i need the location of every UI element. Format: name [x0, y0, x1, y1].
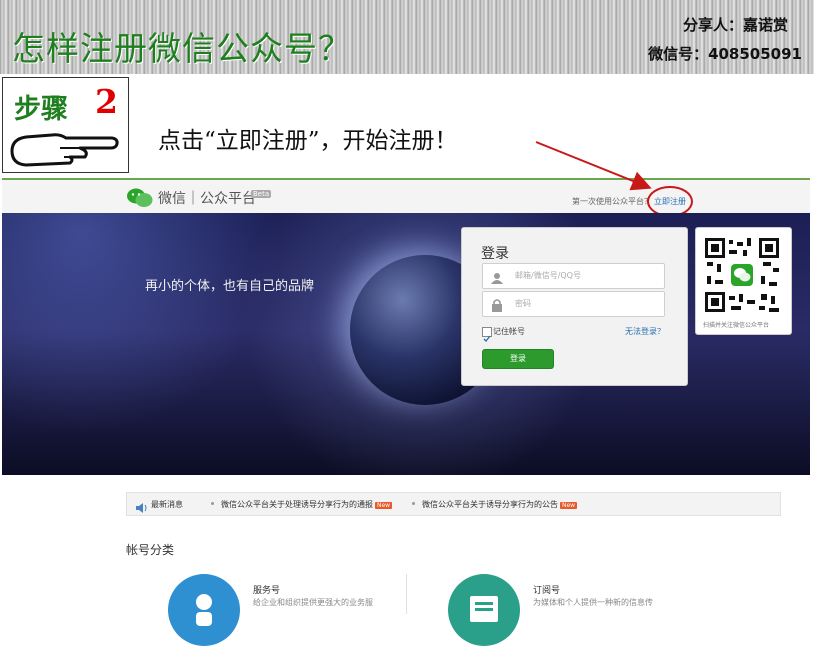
- slide-title: 怎样注册微信公众号？: [12, 29, 352, 68]
- qr-code-icon: [703, 236, 781, 314]
- news-label: 最新消息: [151, 500, 183, 509]
- step-number: 2: [95, 82, 118, 121]
- login-title: 登录: [481, 246, 509, 262]
- sharer-label: 分享人：嘉诺赏: [682, 16, 788, 34]
- divider: [406, 574, 407, 614]
- login-button[interactable]: 登录: [482, 349, 554, 369]
- user-icon: [491, 269, 503, 288]
- account-types-heading: 帐号分类: [126, 543, 175, 557]
- email-placeholder: 邮箱/微信号/QQ号: [515, 271, 581, 280]
- service-account-desc: 给企业和组织提供更强大的业务服: [253, 598, 373, 607]
- beta-badge: Beta: [251, 190, 272, 198]
- password-field[interactable]: 密码: [482, 291, 665, 317]
- pointing-hand-icon: [8, 129, 120, 175]
- forgot-login-link[interactable]: 无法登录？: [625, 326, 665, 337]
- email-field[interactable]: 邮箱/微信号/QQ号: [482, 263, 665, 289]
- news-item-1[interactable]: 微信公众平台关于处理诱导分享行为的通报 New: [221, 499, 393, 510]
- remember-checkbox[interactable]: [482, 327, 492, 342]
- news-item-2-text: 微信公众平台关于诱导分享行为的公告: [422, 500, 558, 509]
- subscription-account-title[interactable]: 订阅号: [533, 583, 560, 596]
- first-time-text: 第一次使用公众平台？: [572, 197, 652, 206]
- instruction-text: 点击“立即注册”，开始注册！: [158, 128, 458, 154]
- new-badge: New: [560, 502, 578, 509]
- hero-tagline: 再小的个体，也有自己的品牌: [145, 279, 315, 294]
- service-account-title[interactable]: 服务号: [253, 583, 280, 596]
- news-bullet: [412, 502, 415, 505]
- remember-label: 记住帐号: [493, 327, 525, 336]
- wechat-brand[interactable]: 微信｜公众平台: [158, 188, 256, 208]
- wechat-logo-icon: [126, 187, 154, 213]
- new-badge: New: [375, 502, 393, 509]
- subscription-account-icon[interactable]: [448, 574, 520, 646]
- news-item-1-text: 微信公众平台关于处理诱导分享行为的通报: [221, 500, 373, 509]
- wechat-id-label: 微信号：408505091: [648, 45, 802, 63]
- subscription-account-desc: 为媒体和个人提供一种新的信息传: [533, 598, 653, 607]
- password-placeholder: 密码: [515, 299, 531, 308]
- news-bullet: [211, 502, 214, 505]
- news-item-2[interactable]: 微信公众平台关于诱导分享行为的公告 New: [422, 499, 578, 510]
- service-account-icon[interactable]: [168, 574, 240, 646]
- speaker-icon: [136, 498, 148, 517]
- qr-caption: 扫描并关注微信公众平台: [703, 322, 770, 329]
- lock-icon: [491, 297, 503, 316]
- step-label: 步骤: [14, 94, 68, 125]
